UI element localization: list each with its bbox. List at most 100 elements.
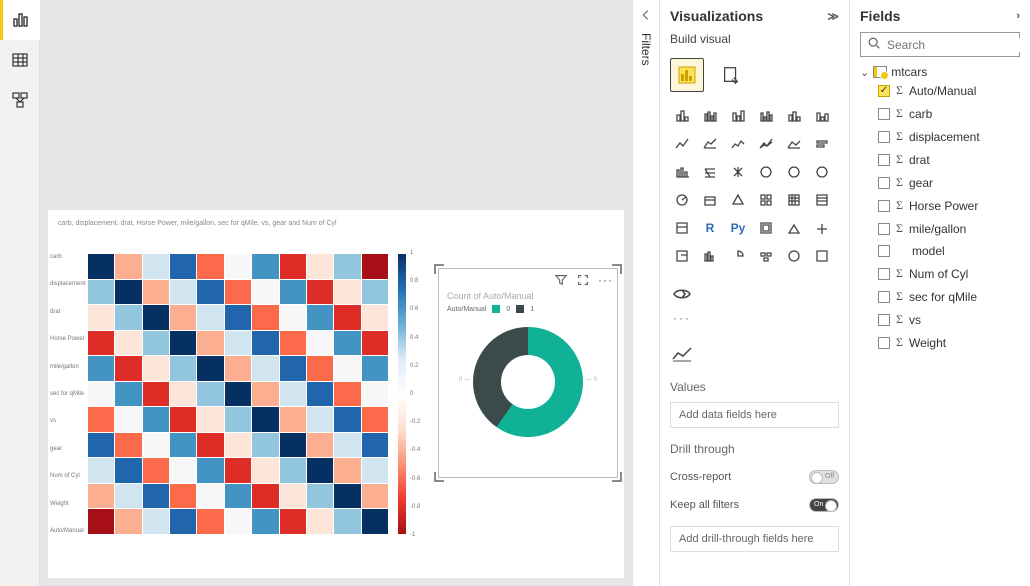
field-carb[interactable]: Σcarb [860, 102, 1020, 125]
visual-type-1[interactable] [698, 104, 722, 128]
visual-type-30[interactable] [670, 244, 694, 268]
field-weight[interactable]: ΣWeight [860, 331, 1020, 354]
field-displacement[interactable]: Σdisplacement [860, 125, 1020, 148]
field-checkbox[interactable] [878, 200, 890, 212]
report-page[interactable]: carb, displacement, drat, Horse Power, m… [48, 210, 624, 578]
more-visuals-menu-icon[interactable]: ··· [670, 306, 694, 330]
sigma-icon: Σ [896, 335, 903, 350]
visual-type-8[interactable] [726, 132, 750, 156]
field-checkbox[interactable]: ✓ [878, 85, 890, 97]
field-model[interactable]: model [860, 240, 1020, 262]
filters-pane-collapsed[interactable]: Filters [632, 0, 660, 586]
field-vs[interactable]: Σvs [860, 308, 1020, 331]
visual-type-10[interactable] [782, 132, 806, 156]
report-view-button[interactable] [0, 0, 40, 40]
field-checkbox[interactable] [878, 245, 890, 257]
field-drat[interactable]: Σdrat [860, 148, 1020, 171]
fields-pane: Fields › ⌄ mtcars ✓ΣAuto/ManualΣcarbΣdis… [850, 0, 1030, 586]
field-label: Horse Power [909, 199, 978, 213]
more-options-icon[interactable]: ··· [598, 273, 613, 290]
heatmap-visual[interactable] [88, 254, 388, 534]
field-checkbox[interactable] [878, 108, 890, 120]
visual-type-21[interactable] [754, 188, 778, 212]
visual-type-7[interactable] [698, 132, 722, 156]
visual-type-16[interactable] [782, 160, 806, 184]
field-sec-for-qmile[interactable]: Σsec for qMile [860, 285, 1020, 308]
field-checkbox[interactable] [878, 177, 890, 189]
visual-type-33[interactable] [754, 244, 778, 268]
visual-type-19[interactable] [698, 188, 722, 212]
visual-type-6[interactable] [670, 132, 694, 156]
visual-type-4[interactable] [782, 104, 806, 128]
field-checkbox[interactable] [878, 314, 890, 326]
sigma-icon: Σ [896, 152, 903, 167]
field-auto-manual[interactable]: ✓ΣAuto/Manual [860, 79, 1020, 102]
get-more-visuals-icon[interactable] [670, 282, 694, 306]
visual-type-3[interactable] [754, 104, 778, 128]
resize-handle[interactable] [612, 264, 622, 274]
field-checkbox[interactable] [878, 154, 890, 166]
keep-filters-toggle[interactable]: On [809, 498, 839, 512]
heatmap-title: carb, displacement, drat, Horse Power, m… [58, 220, 337, 227]
visual-type-18[interactable] [670, 188, 694, 212]
fields-search[interactable] [860, 32, 1020, 57]
visual-type-22[interactable] [782, 188, 806, 212]
field-label: Num of Cyl [909, 267, 968, 281]
visual-type-0[interactable] [670, 104, 694, 128]
visual-type-35[interactable] [810, 244, 834, 268]
build-visual-tab[interactable] [670, 58, 704, 92]
field-checkbox[interactable] [878, 291, 890, 303]
visual-type-11[interactable] [810, 132, 834, 156]
resize-handle[interactable] [434, 472, 444, 482]
visual-type-5[interactable] [810, 104, 834, 128]
visual-type-14[interactable] [726, 160, 750, 184]
field-gear[interactable]: Σgear [860, 171, 1020, 194]
visual-type-31[interactable] [698, 244, 722, 268]
focus-mode-icon[interactable] [576, 273, 590, 290]
format-visual-tab[interactable] [714, 58, 748, 92]
expand-filters-icon[interactable] [639, 8, 653, 25]
collapse-viz-icon[interactable]: ≫ [827, 10, 839, 23]
field-num-of-cyl[interactable]: ΣNum of Cyl [860, 262, 1020, 285]
cross-report-toggle[interactable]: Off [809, 470, 839, 484]
visual-type-32[interactable] [726, 244, 750, 268]
visual-type-27[interactable] [754, 216, 778, 240]
table-mtcars[interactable]: ⌄ mtcars [860, 65, 1020, 79]
visual-type-24[interactable] [670, 216, 694, 240]
values-field-well[interactable]: Add data fields here [670, 402, 839, 428]
visual-type-9[interactable] [754, 132, 778, 156]
field-label: drat [909, 153, 930, 167]
visual-type-2[interactable] [726, 104, 750, 128]
resize-handle[interactable] [434, 264, 444, 274]
visual-type-23[interactable] [810, 188, 834, 212]
field-checkbox[interactable] [878, 223, 890, 235]
drillthrough-field-well[interactable]: Add drill-through fields here [670, 526, 839, 552]
filter-icon[interactable] [554, 273, 568, 290]
visual-type-17[interactable] [810, 160, 834, 184]
line-chart-template-icon[interactable] [670, 342, 694, 366]
visual-type-26[interactable]: Py [726, 216, 750, 240]
collapse-fields-icon[interactable]: › [1016, 10, 1020, 22]
field-horse-power[interactable]: ΣHorse Power [860, 194, 1020, 217]
donut-visual-selected[interactable]: ··· Count of Auto/Manual Auto/Manual 0 1… [438, 268, 618, 478]
donut-chart[interactable]: 0 — — 0 [473, 327, 583, 437]
visual-type-15[interactable] [754, 160, 778, 184]
report-canvas-area[interactable]: carb, displacement, drat, Horse Power, m… [40, 0, 632, 586]
fields-search-input[interactable] [887, 38, 1030, 52]
field-checkbox[interactable] [878, 131, 890, 143]
resize-handle[interactable] [612, 472, 622, 482]
heatmap-ylabels: carbdisplacementdratHorse Powermile/gall… [50, 254, 85, 534]
visual-type-20[interactable] [726, 188, 750, 212]
visual-type-28[interactable] [782, 216, 806, 240]
visual-type-34[interactable] [782, 244, 806, 268]
model-view-button[interactable] [0, 80, 40, 120]
field-mile-gallon[interactable]: Σmile/gallon [860, 217, 1020, 240]
field-checkbox[interactable] [878, 268, 890, 280]
field-checkbox[interactable] [878, 337, 890, 349]
visual-type-29[interactable] [810, 216, 834, 240]
data-view-button[interactable] [0, 40, 40, 80]
visual-type-13[interactable] [698, 160, 722, 184]
field-label: mile/gallon [909, 222, 966, 236]
visual-type-25[interactable]: R [698, 216, 722, 240]
visual-type-12[interactable] [670, 160, 694, 184]
